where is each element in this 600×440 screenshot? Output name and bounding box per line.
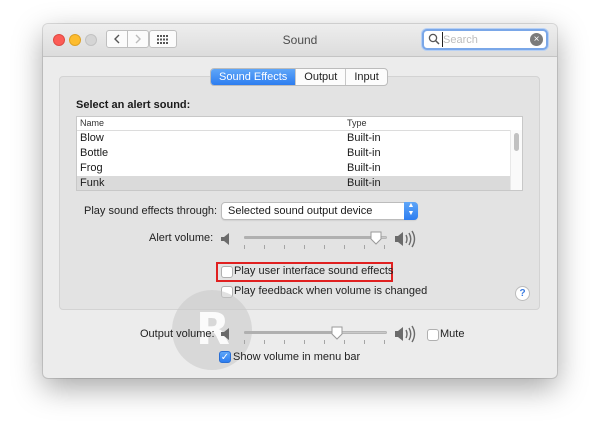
slider-tick (344, 245, 345, 249)
alert-volume-fill (244, 236, 376, 239)
alert-volume-slider[interactable] (244, 236, 387, 239)
alert-sound-label: Select an alert sound: (76, 99, 191, 111)
back-button[interactable] (106, 30, 128, 48)
slider-tick (364, 340, 365, 344)
show-all-button[interactable] (149, 30, 177, 48)
alert-volume-knob[interactable] (370, 231, 382, 245)
zoom-window-button[interactable] (85, 34, 97, 46)
table-row-selected[interactable]: Funk Built-in (77, 176, 511, 190)
volume-feedback-label: Play feedback when volume is changed (234, 285, 428, 297)
minimize-window-button[interactable] (69, 34, 81, 46)
output-device-popup[interactable]: Selected sound output device ▲ ▼ (221, 202, 418, 220)
volume-high-icon (395, 230, 416, 248)
sound-type: Built-in (347, 162, 381, 174)
slider-tick (264, 245, 265, 249)
output-device-value: Selected sound output device (228, 205, 373, 217)
close-window-button[interactable] (53, 34, 65, 46)
ui-sound-effects-checkbox[interactable] (221, 266, 233, 278)
table-scrollbar[interactable] (510, 130, 522, 190)
column-header-name[interactable]: Name (80, 118, 104, 128)
alert-sound-table: Name Type Blow Built-in Bottle Built-in … (76, 116, 523, 191)
show-volume-menu-bar-label: Show volume in menu bar (233, 351, 361, 363)
chevron-left-icon (114, 34, 120, 44)
tab-output[interactable]: Output (296, 69, 347, 85)
alert-volume-label: Alert volume: (149, 232, 214, 244)
table-row[interactable]: Frog Built-in (77, 161, 511, 176)
mute-label: Mute (440, 328, 465, 340)
slider-tick (384, 245, 385, 249)
volume-high-icon (395, 325, 416, 343)
chevron-right-icon (135, 34, 141, 44)
output-volume-slider[interactable] (244, 331, 387, 334)
slider-tick (284, 245, 285, 249)
sound-type: Built-in (347, 177, 381, 189)
table-row[interactable]: Blow Built-in (77, 131, 511, 146)
scrollbar-thumb[interactable] (514, 133, 519, 151)
sound-type: Built-in (347, 147, 381, 159)
grid-icon (157, 34, 168, 44)
search-field[interactable]: × (422, 29, 548, 50)
clear-icon[interactable]: × (530, 33, 543, 46)
ui-sound-effects-label: Play user interface sound effects (234, 265, 394, 277)
volume-low-icon (221, 328, 229, 340)
sound-name: Funk (80, 177, 105, 189)
popup-arrows-icon: ▲ ▼ (404, 202, 418, 220)
titlebar: Sound × (43, 24, 557, 57)
tab-sound-effects[interactable]: Sound Effects (211, 69, 297, 85)
window-title: Sound (282, 33, 318, 47)
sound-type: Built-in (347, 132, 381, 144)
sound-name: Blow (80, 132, 104, 144)
volume-low-icon (221, 233, 229, 245)
search-input[interactable] (442, 32, 531, 47)
slider-tick (244, 245, 245, 249)
slider-tick (304, 340, 305, 344)
show-volume-menu-bar-checkbox[interactable]: ✓ (219, 351, 231, 363)
slider-tick (324, 340, 325, 344)
tab-input[interactable]: Input (346, 69, 386, 85)
slider-tick (384, 340, 385, 344)
slider-tick (344, 340, 345, 344)
sound-name: Bottle (80, 147, 109, 159)
output-volume-label: Output volume: (140, 328, 215, 340)
play-through-label: Play sound effects through: (84, 205, 218, 217)
output-volume-fill (244, 331, 337, 334)
mute-checkbox[interactable] (427, 329, 439, 341)
table-row[interactable]: Bottle Built-in (77, 146, 511, 161)
slider-tick (244, 340, 245, 344)
sound-name: Frog (80, 162, 103, 174)
table-header: Name Type (77, 117, 522, 131)
tab-bar: Sound Effects Output Input (210, 68, 388, 86)
slider-tick (304, 245, 305, 249)
slider-tick (324, 245, 325, 249)
slider-tick (264, 340, 265, 344)
column-header-type[interactable]: Type (347, 118, 367, 128)
sound-preferences-window: Sound × Sound Effects Output Input Selec… (43, 24, 557, 378)
search-icon (428, 33, 440, 45)
slider-tick (284, 340, 285, 344)
slider-tick (364, 245, 365, 249)
help-button[interactable]: ? (515, 286, 530, 301)
forward-button[interactable] (127, 30, 149, 48)
output-volume-knob[interactable] (331, 326, 343, 340)
